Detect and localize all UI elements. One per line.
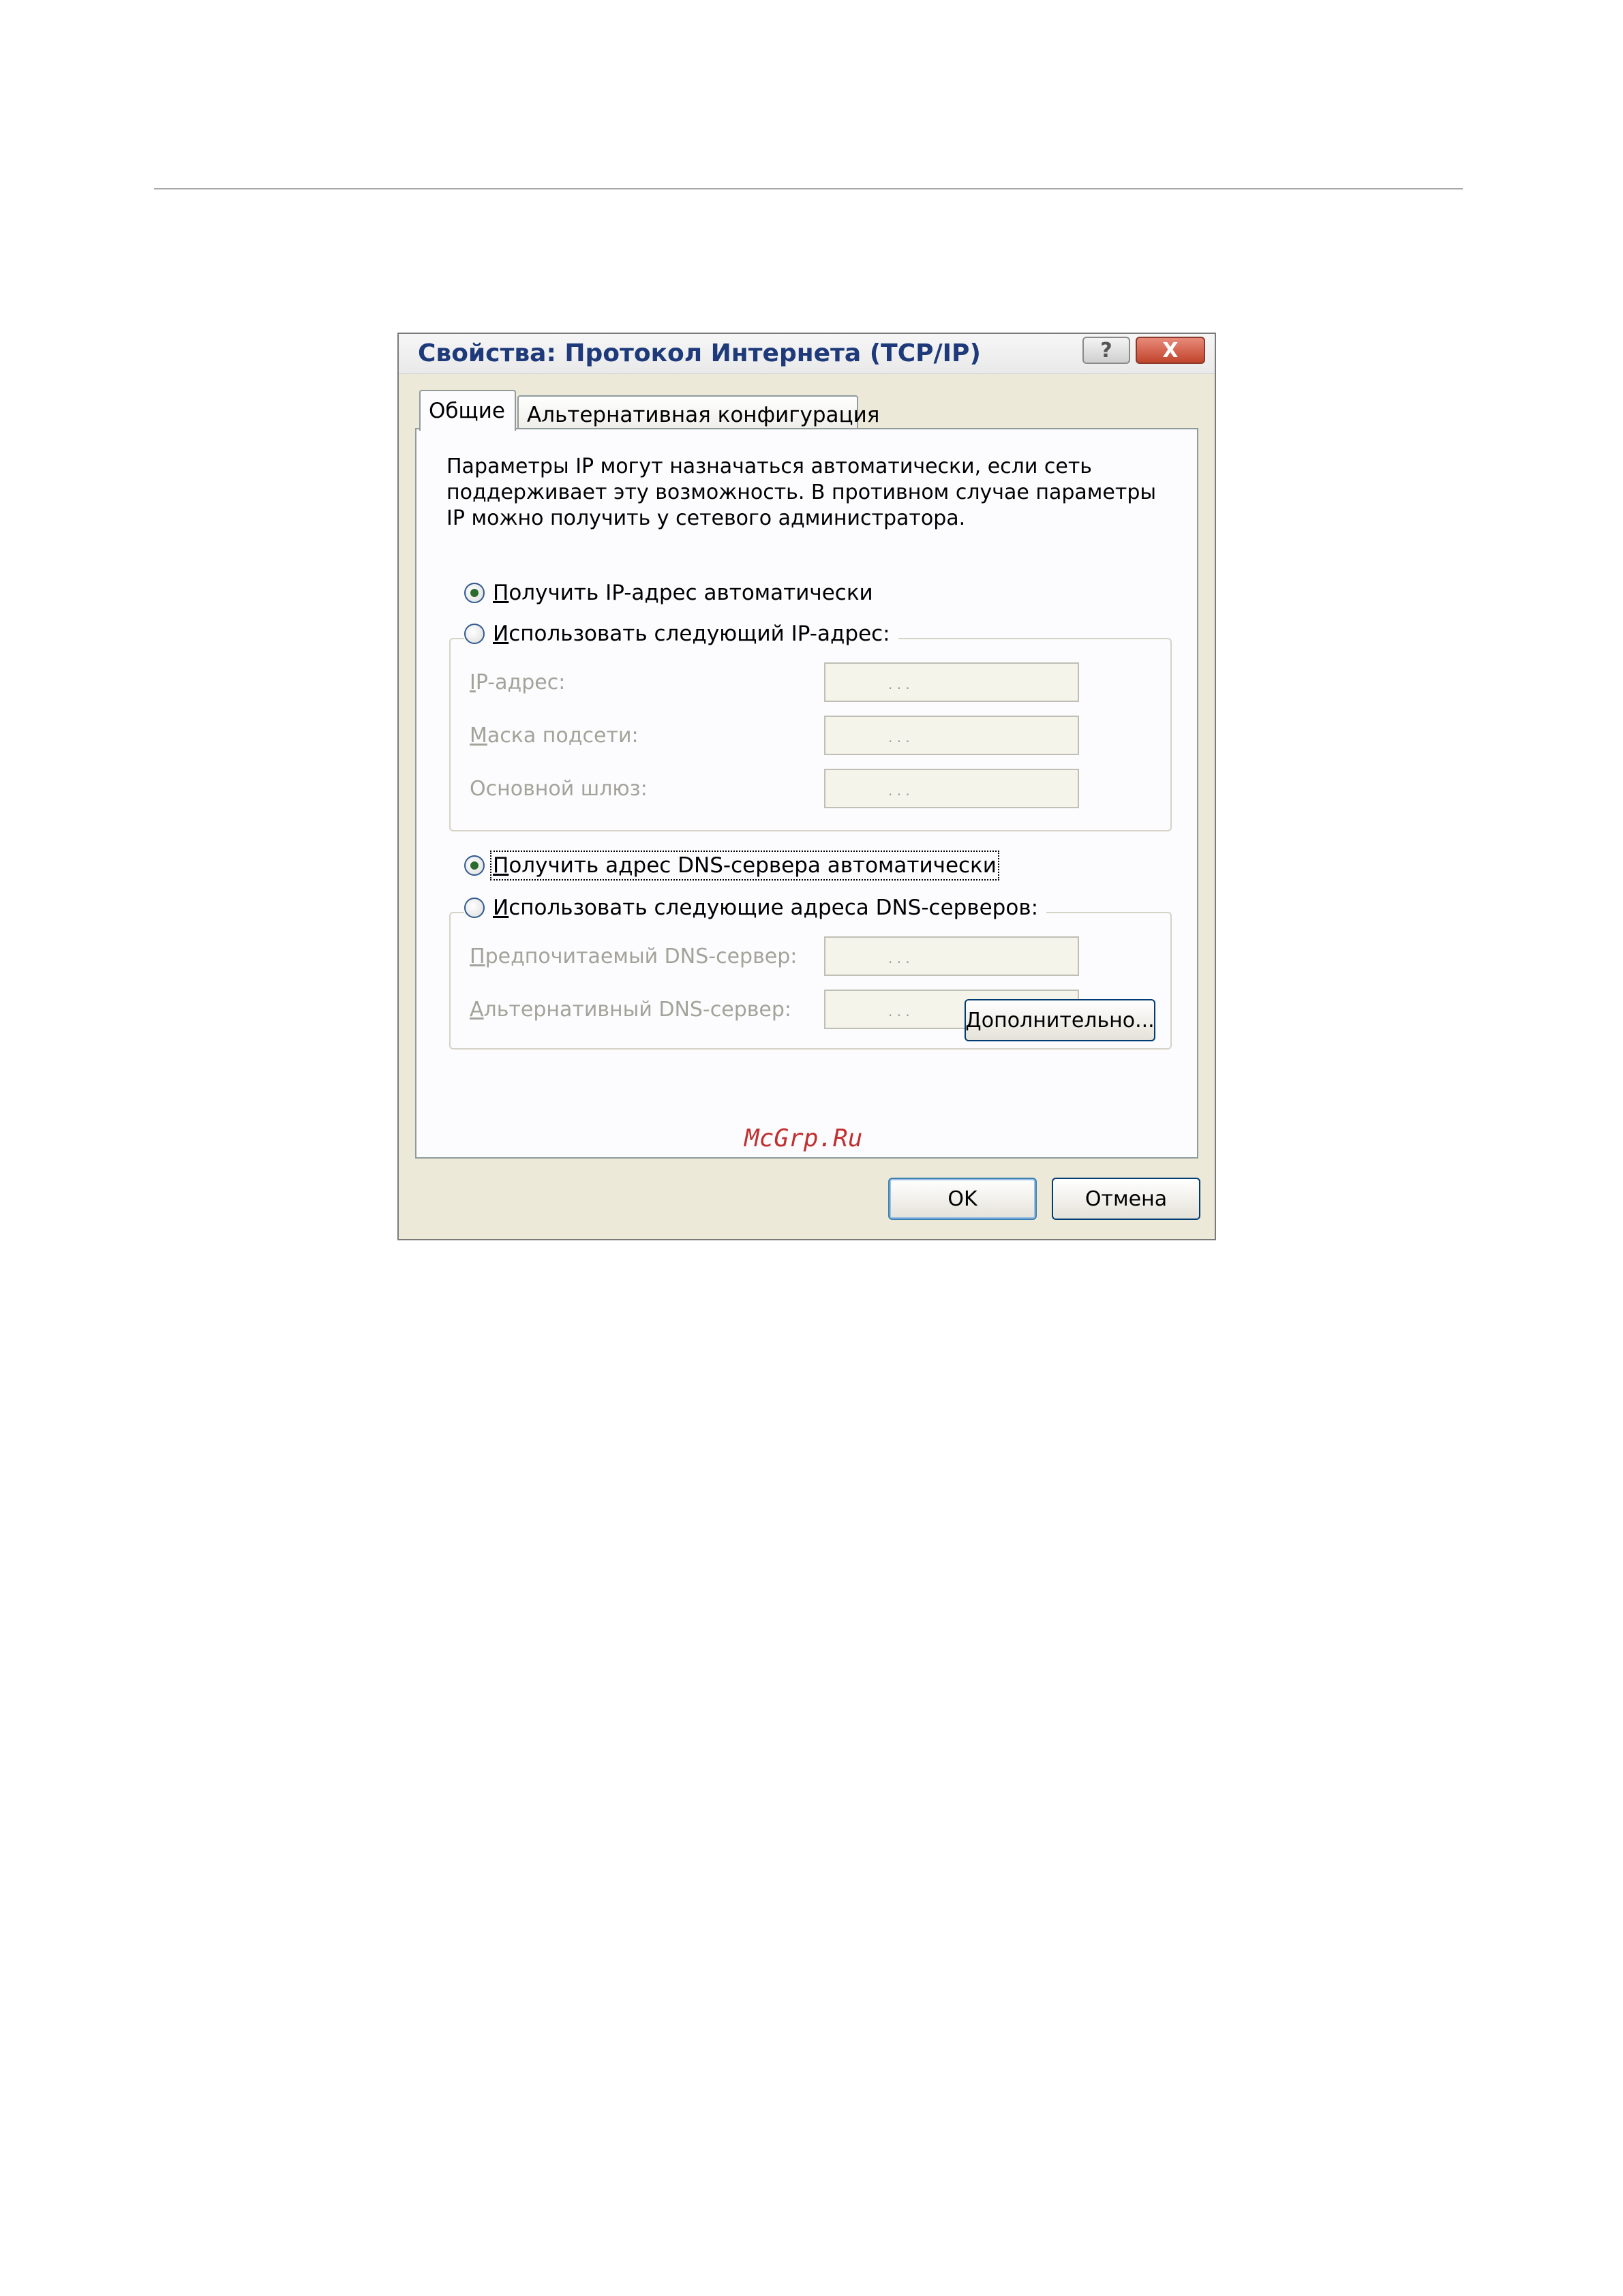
radio-unchecked-icon [464,898,485,918]
preferred-dns-field[interactable]: . . . [824,936,1079,976]
advanced-button-mnemonic: Д [965,1008,982,1032]
radio-use-dns-manual[interactable]: Использовать следующие адреса DNS-сервер… [464,896,1047,920]
radio-use-ip-manual-label: Использовать следующий IP-адрес: [493,622,890,646]
alternate-dns-label: Альтернативный DNS-сервер: [470,998,792,1022]
tab-general[interactable]: Общие [419,390,516,431]
radio-use-ip-manual[interactable]: Использовать следующий IP-адрес: [464,622,898,646]
default-gateway-value: . . . [888,782,910,799]
subnet-mask-value: . . . [888,729,910,746]
dialog-title: Свойства: Протокол Интернета (TCP/IP) [418,339,981,367]
radio-unchecked-icon [464,624,485,644]
advanced-button-label: ополнительно... [981,1008,1155,1032]
radio-use-dns-manual-label: Использовать следующие адреса DNS-сервер… [493,896,1039,920]
ip-address-value: . . . [888,676,910,692]
radio-checked-icon [464,855,485,876]
title-bar[interactable]: Свойства: Протокол Интернета (TCP/IP) ? … [399,334,1215,374]
ok-button[interactable]: OK [888,1178,1037,1220]
preferred-dns-value: . . . [888,950,910,966]
subnet-mask-field[interactable]: . . . [824,716,1079,755]
radio-obtain-dns-auto-label: Получить адрес DNS-сервера автоматически [490,851,999,881]
page-divider-line [154,188,1463,189]
close-icon: X [1162,338,1179,363]
tcpip-properties-dialog: Свойства: Протокол Интернета (TCP/IP) ? … [397,333,1216,1240]
radio-obtain-dns-auto[interactable]: Получить адрес DNS-сервера автоматически [464,851,999,881]
close-button[interactable]: X [1136,337,1205,364]
radio-obtain-ip-auto-label: Получить IP-адрес автоматически [493,581,873,605]
advanced-button[interactable]: Дополнительно... [965,999,1155,1041]
default-gateway-label: Основной шлюз: [470,777,648,801]
watermark-text: McGrp.Ru [744,1124,863,1152]
preferred-dns-label: Предпочитаемый DNS-сервер: [470,945,798,968]
default-gateway-field[interactable]: . . . [824,769,1079,808]
radio-obtain-ip-auto[interactable]: Получить IP-адрес автоматически [464,581,873,605]
subnet-mask-label: Маска подсети: [470,724,639,748]
ip-address-field[interactable]: . . . [824,662,1079,702]
help-icon: ? [1100,338,1112,363]
description-text: Параметры IP могут назначаться автоматич… [446,455,1157,530]
alternate-dns-value: . . . [888,1003,910,1020]
cancel-button[interactable]: Отмена [1052,1178,1200,1220]
ip-address-label: IP-адрес: [470,671,566,694]
tab-panel-general: Параметры IP могут назначаться автоматич… [415,428,1198,1159]
radio-checked-icon [464,583,485,603]
help-button[interactable]: ? [1082,337,1130,364]
